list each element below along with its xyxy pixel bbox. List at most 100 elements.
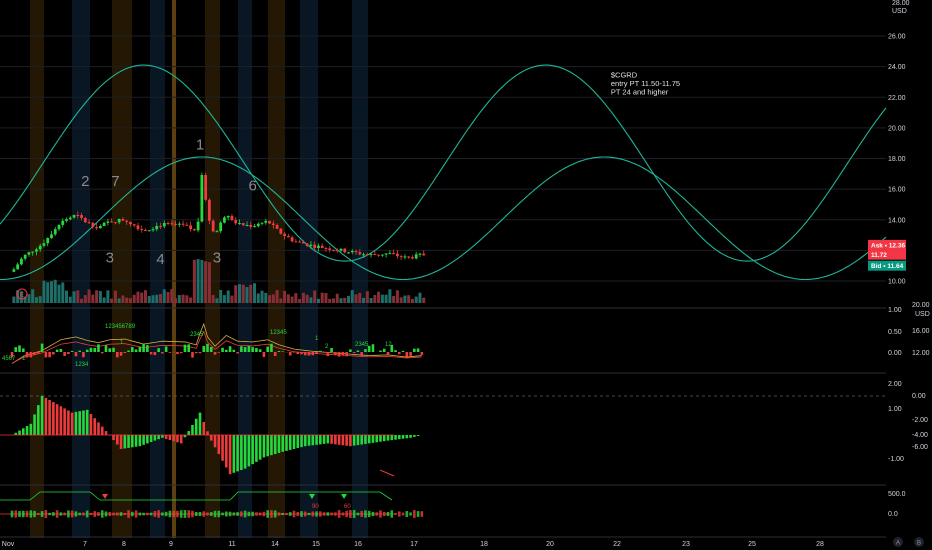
volume-bar-8: [42, 280, 46, 303]
macd-hist-bar: [303, 435, 307, 447]
vol-osc-bar: [349, 510, 352, 518]
macd-hist-bar: [74, 411, 78, 435]
vol-osc-bar: [206, 512, 209, 516]
volume-bar-61: [241, 284, 245, 303]
macd-hist-bar: [315, 435, 318, 445]
volume-bar-25: [106, 290, 110, 303]
osc-label-5: 2345: [190, 332, 204, 338]
volume-bar-84: [328, 298, 332, 303]
vol-osc-bar: [213, 510, 217, 518]
macd-hist-bar: [266, 435, 269, 457]
volume-bar-32: [132, 294, 136, 303]
candle-body-3: [23, 254, 27, 259]
osc-label-3: 123456789: [105, 324, 136, 330]
ind1-right-axis-1: 16.00: [912, 328, 930, 335]
price-tag-text-1: 11.72: [871, 252, 887, 259]
macd-hist-bar: [115, 435, 119, 445]
candle-body-4: [27, 252, 31, 255]
vol-osc-bar: [225, 511, 228, 517]
trading-chart[interactable]: 12 7 63 4 3 $CGRDentry PT 11.50-11.75PT 24 a…: [0, 0, 932, 550]
osc-hist-bar: [52, 352, 55, 355]
macd-hist-bar: [270, 435, 273, 456]
macd-hist-bar: [360, 435, 363, 445]
osc-hist-bar: [386, 352, 390, 356]
osc-hist-bar: [115, 352, 119, 358]
volume-bar-9: [46, 282, 50, 303]
macd-hist-bar: [89, 414, 93, 435]
candle-body-22: [95, 226, 98, 229]
candle-body-0: [12, 269, 16, 272]
candle-body-49: [196, 221, 200, 231]
vol-osc-bar: [288, 512, 292, 516]
session-band-5: [205, 0, 220, 538]
time-axis[interactable]: Nov 7 8 9 11 14 15 16 17 18 20 22 23 25 28 A B: [0, 536, 924, 548]
osc-hist-bar: [416, 348, 420, 352]
volume-bar-93: [362, 297, 366, 303]
candle-body-66: [260, 222, 264, 224]
ind2-axis-3: -2.00: [912, 417, 928, 424]
macd-hist-bar: [390, 435, 394, 441]
volume-bar-99: [384, 294, 388, 303]
volume-bar-53: [211, 294, 215, 303]
candle-body-26: [110, 221, 114, 223]
osc-hist-bar: [330, 347, 333, 352]
candle-body-10: [50, 234, 53, 239]
ind3-axis-1: 0.0: [888, 511, 898, 518]
macd-hist-bar: [232, 435, 236, 473]
vol-osc-bar: [375, 512, 379, 516]
wave-label-6: 3: [213, 250, 221, 267]
vol-osc-bar: [202, 511, 206, 517]
vol-osc-bar: [311, 511, 315, 517]
osc-hist-bar: [337, 352, 341, 357]
vol-osc-bar: [149, 512, 153, 516]
macd-hist-bar: [311, 435, 315, 446]
osc-hist-bar: [397, 352, 401, 355]
candle-body-7: [38, 245, 42, 250]
time-tick-4: 11: [228, 541, 235, 548]
macd-hist-bar: [255, 435, 258, 462]
macd-hist-bar: [300, 435, 303, 448]
vol-osc-bar: [307, 512, 311, 516]
time-tick-10: 20: [546, 541, 554, 548]
price-tick-8: 26.00: [888, 34, 906, 41]
wave-label-3: 6: [248, 178, 256, 195]
macd-hist-bar: [379, 435, 382, 442]
volume-bar-78: [305, 294, 309, 303]
volume-bar-17: [76, 290, 80, 303]
vol-osc-bar: [10, 510, 14, 518]
volume-bar-83: [324, 293, 328, 303]
volume-bar-109: [422, 297, 426, 303]
signal-arrow-0: [102, 494, 108, 499]
osc-hist-bar: [198, 352, 202, 354]
candle-body-77: [302, 241, 305, 244]
osc-hist-bar: [326, 352, 330, 357]
candle-body-87: [339, 248, 343, 251]
price-tag-text-0: Ask • 12.36: [871, 242, 905, 249]
vol-osc-bar: [416, 511, 420, 517]
candle-body-90: [350, 250, 354, 253]
macd-hist-bar: [334, 435, 337, 445]
session-band-1: [72, 0, 90, 538]
volume-bar-46: [185, 295, 189, 303]
vol-osc-bar: [397, 511, 401, 517]
candle-body-53: [211, 220, 215, 232]
candle-body-16: [72, 214, 76, 218]
macd-hist-bar: [341, 435, 345, 446]
volume-bar-71: [279, 298, 283, 303]
candle-body-5: [31, 251, 35, 253]
macd-hist-bar: [288, 435, 292, 450]
volume-bar-39: [159, 294, 163, 303]
macd-hist-bar: [296, 435, 300, 449]
macd-tail-line: [379, 469, 395, 477]
macd-hist-bar: [258, 435, 262, 460]
osc-hist-bar: [379, 350, 382, 352]
candle-body-11: [53, 229, 57, 235]
osc-hist-bar: [33, 352, 36, 356]
macd-hist-bar: [40, 395, 44, 435]
signal-arrow-2: [341, 494, 347, 499]
vol-osc-bar: [266, 510, 269, 518]
candle-body-23: [98, 226, 102, 229]
macd-hist-bar: [138, 435, 142, 447]
candle-body-75: [294, 241, 298, 243]
sine-wave-1: [0, 64, 887, 262]
